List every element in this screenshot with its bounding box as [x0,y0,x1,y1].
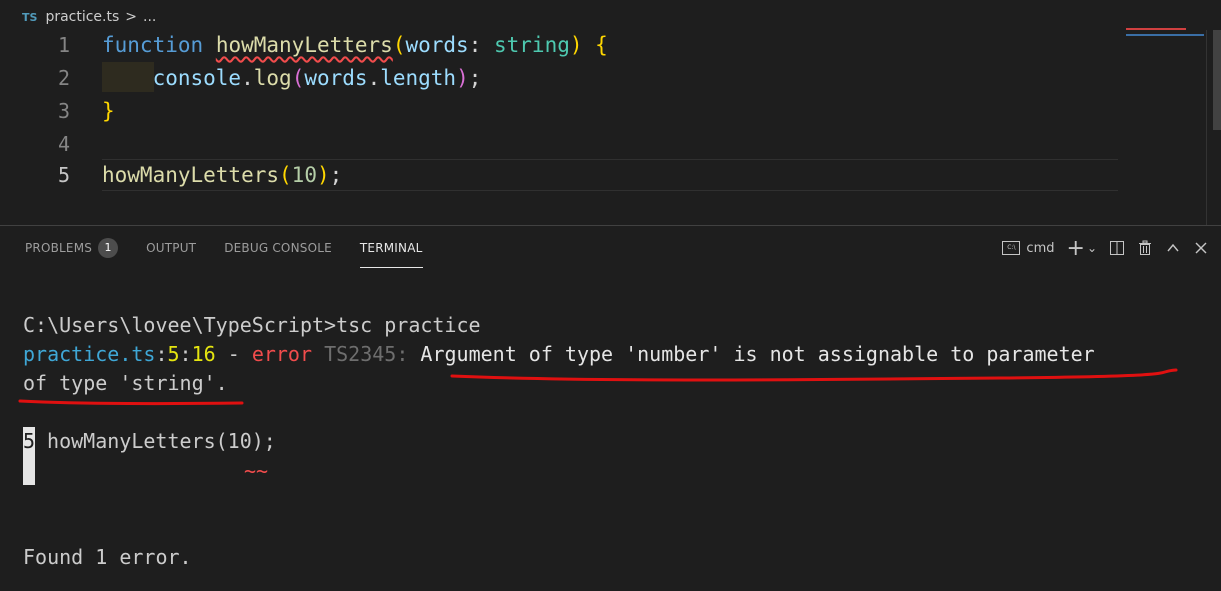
code-editor[interactable]: 1 function howManyLetters(words: string)… [0,29,1221,225]
code-line[interactable]: 1 function howManyLetters(words: string)… [0,29,1120,62]
terminal-select[interactable]: C:\ cmd [1002,240,1055,256]
terminal-error-line-cont: of type 'string'. [23,371,228,395]
line-number: 4 [57,132,70,156]
terminal-summary: Found 1 error. [23,545,192,569]
code-line[interactable]: 5 howManyLetters(10); [0,159,1120,192]
editor-scrollbar[interactable] [1213,30,1221,130]
terminal-source-line: 5 howManyLetters(10); [23,427,276,485]
panel-tabs: PROBLEMS 1 OUTPUT DEBUG CONSOLE TERMINAL [25,226,451,270]
line-number-badge: 5 [23,427,35,485]
chevron-down-icon[interactable]: ⌄ [1087,241,1097,255]
code-line[interactable]: 4 [0,128,1120,161]
line-number: 5 [57,163,70,187]
add-terminal-icon[interactable]: + [1067,236,1085,261]
overview-ruler [1206,30,1207,225]
breadcrumb-file[interactable]: practice.ts [45,9,119,25]
terminal-shell-name: cmd [1026,240,1055,256]
code-text: } [102,99,115,123]
tab-problems[interactable]: PROBLEMS 1 [25,226,119,270]
line-number: 2 [57,66,70,90]
terminal-prompt-line: C:\Users\lovee\TypeScript>tsc practice [23,313,481,337]
tab-terminal[interactable]: TERMINAL [359,226,423,270]
minimap[interactable] [1126,28,1206,40]
panel-actions: C:\ cmd + ⌄ [990,226,1209,270]
line-number: 1 [57,33,70,57]
close-panel-icon[interactable] [1193,240,1209,256]
typescript-file-icon: TS [22,10,38,24]
tab-debug-console[interactable]: DEBUG CONSOLE [224,226,332,270]
tab-output[interactable]: OUTPUT [146,226,196,270]
trash-icon[interactable] [1137,240,1153,256]
terminal-error-line: practice.ts:5:16 - error TS2345: Argumen… [23,342,1095,366]
terminal-icon: C:\ [1002,241,1021,255]
bottom-panel: PROBLEMS 1 OUTPUT DEBUG CONSOLE TERMINAL … [0,225,1221,591]
code-text: function howManyLetters(words: string) { [102,33,608,57]
split-terminal-icon[interactable] [1109,240,1125,256]
breadcrumb-more[interactable]: ... [143,9,156,25]
code-text: howManyLetters(10); [102,163,343,187]
line-number: 3 [57,99,70,123]
chevron-right-icon: > [125,9,138,25]
code-text: console.log(words.length); [152,66,482,90]
terminal-squiggle: ~~ [244,459,269,483]
error-squiggle: howManyLetters [215,33,393,57]
maximize-panel-icon[interactable] [1165,240,1181,256]
problems-count-badge: 1 [98,237,119,258]
code-line[interactable]: 3 } [0,95,1120,128]
code-line[interactable]: 2 console.log(words.length); [0,62,1120,95]
